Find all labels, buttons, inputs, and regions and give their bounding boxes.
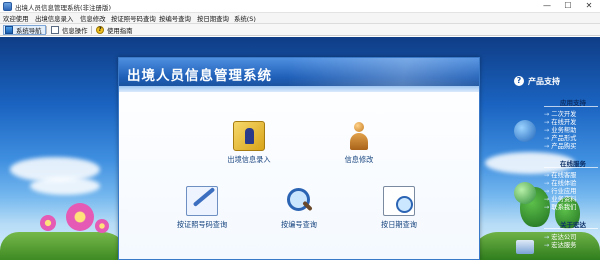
document-search-icon [383,186,415,216]
cloud-decoration [30,177,100,195]
feature-edit[interactable]: 信息修改 [314,121,404,165]
toolbar-divider [46,26,47,34]
toolbar-divider [91,26,92,34]
toolbar-info-button[interactable]: 信息操作 [51,25,88,35]
toolbar-navigation-button[interactable]: 系统导航 [3,25,46,35]
grass-decoration [0,232,130,260]
feature-query-date[interactable]: 按日期查询 [354,186,444,230]
menu-welcome[interactable]: 欢迎使用 [3,14,29,23]
toolbar-navigation-label: 系统导航 [16,26,42,35]
feature-query-passport-label: 按证照号码查询 [176,220,228,229]
feature-query-number-label: 按编号查询 [281,220,317,229]
menu-system[interactable]: 系统(S) [234,14,256,23]
building-icon [516,240,534,254]
panel-title: 出境人员信息管理系统 [127,68,272,84]
sidebar-link[interactable]: 宏达服务 [544,240,576,249]
pen-document-icon [186,186,218,216]
flower-decoration [40,215,56,231]
close-button[interactable]: ✕ [580,0,598,12]
menu-entry[interactable]: 出境信息录入 [35,14,73,23]
feature-entry-label: 出境信息录入 [227,155,271,164]
document-icon [51,26,59,34]
product-support-sidebar: ? 产品支持 应用支持 二次开发 在线开发 业务帮助 产品形式 产品购买 在线服… [500,62,600,260]
menu-query-date[interactable]: 按日期查询 [197,14,229,23]
feature-edit-label: 信息修改 [344,155,374,164]
menubar: 欢迎使用 出境信息录入 信息修改 按证照号码查询 按编号查询 按日期查询 系统(… [0,13,600,24]
feature-query-date-label: 按日期查询 [381,220,417,229]
sidebar-divider [544,228,598,229]
sidebar-link[interactable]: 联系我们 [544,202,576,211]
toolbar-info-label: 信息操作 [62,26,88,35]
feature-entry[interactable]: 出境信息录入 [204,121,294,165]
minimize-button[interactable]: — [538,0,556,12]
flower-decoration [66,203,94,231]
arrow-sphere-icon [514,120,536,142]
sidebar-heading: 产品支持 [528,77,560,86]
folder-person-icon [233,121,265,151]
tree-icon [5,26,13,34]
feature-query-passport[interactable]: 按证照号码查询 [157,186,247,230]
flower-decoration [95,219,109,233]
panel-header: 出境人员信息管理系统 [119,58,479,86]
header-wave-decoration [289,58,479,86]
menu-edit[interactable]: 信息修改 [80,14,106,23]
panel-header-strip [119,86,479,92]
person-icon [343,121,375,151]
toolbar-guide-button[interactable]: ? 使用指南 [96,25,133,35]
menu-query-number[interactable]: 按编号查询 [159,14,191,23]
magnifier-icon [283,186,315,216]
sidebar-divider [544,106,598,107]
sidebar-link[interactable]: 产品购买 [544,141,576,150]
sidebar-divider [544,167,598,168]
toolbar-guide-label: 使用指南 [107,26,133,35]
globe-icon [514,182,536,204]
toolbar: 系统导航 信息操作 ? 使用指南 [0,24,600,36]
feature-query-number[interactable]: 按编号查询 [254,186,344,230]
help-circle-icon: ? [514,76,524,86]
main-navigation-panel: 出境人员信息管理系统 出境信息录入 信息修改 按证照号码查询 按编号查询 按日期… [118,57,480,260]
menu-query-passport[interactable]: 按证照号码查询 [111,14,156,23]
maximize-button[interactable]: ☐ [559,0,577,12]
app-icon [3,2,12,11]
window-title: 出境人员信息管理系统(非注册版) [15,4,112,12]
help-icon: ? [96,26,104,34]
window-titlebar: 出境人员信息管理系统(非注册版) — ☐ ✕ [0,0,600,13]
